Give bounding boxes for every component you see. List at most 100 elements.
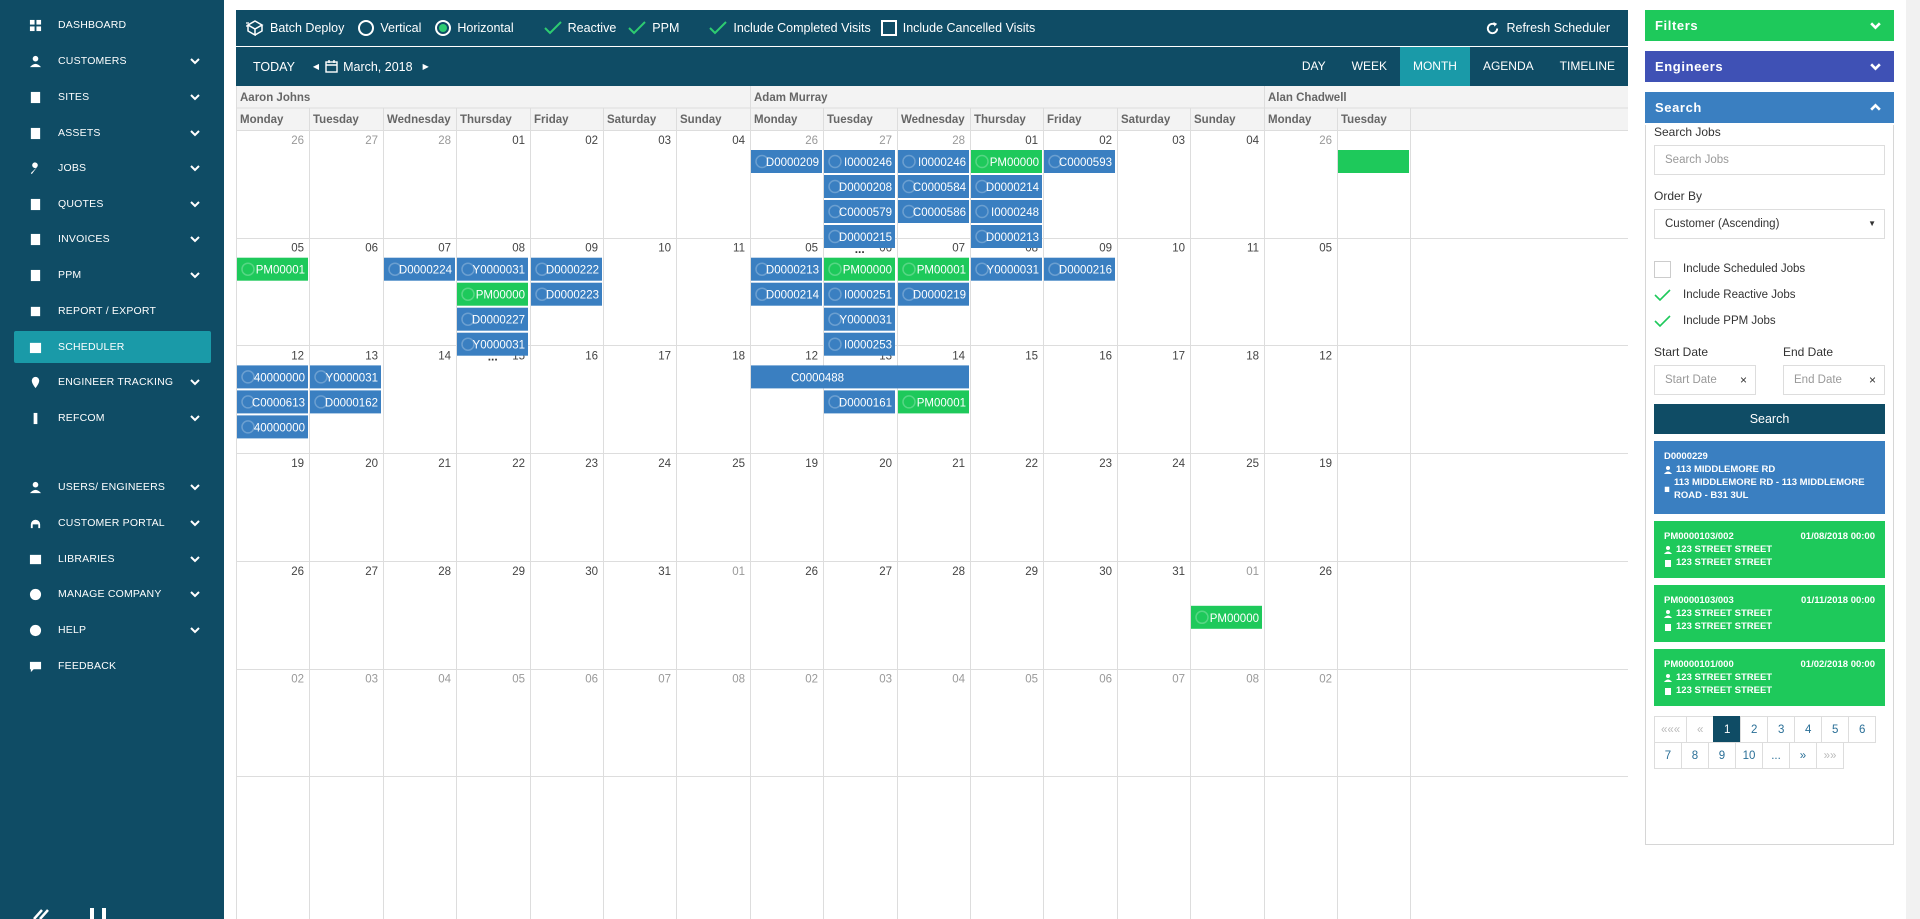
page-button[interactable]: 3	[1767, 716, 1796, 743]
page-button[interactable]: 4	[1794, 716, 1823, 743]
page-button[interactable]: 6	[1848, 716, 1877, 743]
nav-engineer-tracking[interactable]: ENGINEER TRACKING	[14, 366, 211, 398]
more-events-indicator[interactable]: ...	[488, 350, 498, 364]
calendar-event[interactable]: D0000209	[751, 150, 822, 173]
calendar-event[interactable]: D0000214	[751, 282, 822, 306]
calendar-event[interactable]: D0000161	[824, 390, 895, 414]
calendar-event[interactable]: Y0000031	[457, 257, 528, 281]
nav-scheduler[interactable]: SCHEDULER	[14, 331, 211, 363]
page-button[interactable]: 1	[1713, 716, 1742, 743]
page-scrollbar[interactable]	[1906, 0, 1920, 919]
page-button[interactable]: 2	[1740, 716, 1769, 743]
calendar-event[interactable]: Y0000031	[824, 307, 895, 331]
nav-libraries[interactable]: LIBRARIES	[14, 543, 211, 575]
calendar-event[interactable]: C0000613	[237, 390, 308, 414]
calendar-event[interactable]: PM00000	[457, 282, 528, 306]
calendar-event[interactable]: I0000251	[824, 282, 895, 306]
calendar-event[interactable]: D0000208	[824, 175, 895, 198]
view-day-button[interactable]: DAY	[1289, 47, 1339, 86]
calendar-event[interactable]: 40000000	[237, 365, 308, 389]
clear-end-date-icon[interactable]: ×	[1869, 373, 1876, 387]
month-label[interactable]: March, 2018	[343, 60, 412, 74]
calendar-event[interactable]: PM00001	[898, 390, 969, 414]
calendar-event[interactable]: Y0000031	[310, 365, 381, 389]
calendar-event[interactable]: D0000213	[751, 257, 822, 281]
view-timeline-button[interactable]: TIMELINE	[1547, 47, 1628, 86]
calendar-event[interactable]: C0000488	[751, 365, 969, 389]
vertical-radio-circle[interactable]	[358, 20, 375, 36]
start-date-input[interactable]: Start Date ×	[1654, 365, 1756, 395]
search-result-card[interactable]: D0000229 113 MIDDLEMORE RD 113 MIDDLEMORE …	[1654, 441, 1885, 514]
include-ppm-checkbox[interactable]	[1654, 313, 1671, 330]
event-bar[interactable]	[1338, 150, 1409, 173]
calendar-event[interactable]: C0000584	[898, 175, 969, 198]
nav-refcom[interactable]: REFCOM	[14, 402, 211, 434]
page-button[interactable]: «	[1686, 716, 1715, 743]
page-button[interactable]: »»	[1816, 742, 1844, 769]
search-result-card[interactable]: PM0000103/003 01/11/2018 00:00 123 STREET …	[1654, 585, 1885, 642]
include-reactive-jobs[interactable]: Include Reactive Jobs	[1654, 285, 1885, 305]
vertical-radio[interactable]: Vertical	[358, 20, 421, 36]
page-button[interactable]: 7	[1654, 742, 1682, 769]
page-button[interactable]: 9	[1708, 742, 1736, 769]
calendar-event[interactable]: D0000227	[457, 307, 528, 331]
page-button[interactable]: »	[1789, 742, 1817, 769]
nav-assets[interactable]: ASSETS	[14, 117, 211, 149]
view-agenda-button[interactable]: AGENDA	[1470, 47, 1547, 86]
event-bar[interactable]	[751, 365, 969, 389]
nav-users-engineers[interactable]: USERS/ ENGINEERS	[14, 471, 211, 503]
page-button[interactable]: 10	[1735, 742, 1763, 769]
nav-help[interactable]: HELP	[14, 614, 211, 646]
search-jobs-input[interactable]: Search Jobs	[1654, 145, 1885, 175]
include-scheduled-checkbox[interactable]	[1654, 260, 1671, 278]
ppm-toggle[interactable]: PPM	[628, 21, 679, 35]
filters-panel-header[interactable]: Filters	[1645, 10, 1894, 41]
calendar-event[interactable]: I0000246	[824, 150, 895, 173]
page-button[interactable]: ...	[1762, 742, 1790, 769]
include-ppm-jobs[interactable]: Include PPM Jobs	[1654, 311, 1885, 331]
calendar-event[interactable]: I0000248	[971, 200, 1042, 223]
calendar-event[interactable]: I0000253	[824, 332, 895, 356]
page-button[interactable]: 8	[1681, 742, 1709, 769]
include-scheduled-jobs[interactable]: Include Scheduled Jobs	[1654, 259, 1885, 279]
page-button[interactable]: «««	[1654, 716, 1688, 743]
nav-invoices[interactable]: INVOICES	[14, 223, 211, 255]
calendar-event[interactable]: PM00001	[237, 257, 308, 281]
calendar-event[interactable]: 40000000	[237, 415, 308, 439]
nav-feedback[interactable]: FEEDBACK	[14, 650, 211, 682]
calendar-event[interactable]: PM00000	[1191, 605, 1262, 629]
calendar-event[interactable]: C0000579	[824, 200, 895, 223]
nav-quotes[interactable]: QUOTES	[14, 188, 211, 220]
calendar-event[interactable]: I0000246	[898, 150, 969, 173]
calendar-event[interactable]: PM00001	[898, 257, 969, 281]
horizontal-radio[interactable]: Horizontal	[435, 20, 514, 36]
horizontal-radio-circle[interactable]	[435, 20, 452, 36]
page-button[interactable]: 5	[1821, 716, 1850, 743]
calendar-event[interactable]: D0000216	[1044, 257, 1115, 281]
nav-dashboard[interactable]: DASHBOARD	[14, 9, 211, 41]
calendar-event[interactable]: D0000219	[898, 282, 969, 306]
nav-report-export[interactable]: REPORT / EXPORT	[14, 295, 211, 327]
prev-arrow-icon[interactable]: ◀	[313, 62, 319, 71]
search-result-card[interactable]: PM0000103/002 01/08/2018 00:00 123 STREET …	[1654, 521, 1885, 578]
calendar-event[interactable]: D0000222	[531, 257, 602, 281]
view-week-button[interactable]: WEEK	[1339, 47, 1400, 86]
calendar-event[interactable]: C0000586	[898, 200, 969, 223]
batch-deploy-button[interactable]: Batch Deploy	[246, 20, 344, 36]
nav-customers[interactable]: CUSTOMERS	[14, 45, 211, 77]
today-button[interactable]: TODAY	[253, 60, 295, 74]
reactive-toggle[interactable]: Reactive	[543, 21, 616, 35]
search-panel-header[interactable]: Search	[1645, 92, 1894, 123]
calendar-event[interactable]: PM00000	[824, 257, 895, 281]
nav-ppm[interactable]: PPM	[14, 259, 211, 291]
clear-start-date-icon[interactable]: ×	[1740, 373, 1747, 387]
calendar-event[interactable]	[1338, 150, 1409, 173]
nav-sites[interactable]: SITES	[14, 81, 211, 113]
refresh-scheduler-button[interactable]: Refresh Scheduler	[1485, 10, 1610, 46]
calendar-icon[interactable]	[325, 60, 338, 73]
calendar-event[interactable]: PM00000	[971, 150, 1042, 173]
nav-jobs[interactable]: JOBS	[14, 152, 211, 184]
end-date-input[interactable]: End Date ×	[1783, 365, 1885, 395]
calendar-event[interactable]: D0000162	[310, 390, 381, 414]
search-button[interactable]: Search	[1654, 404, 1885, 434]
